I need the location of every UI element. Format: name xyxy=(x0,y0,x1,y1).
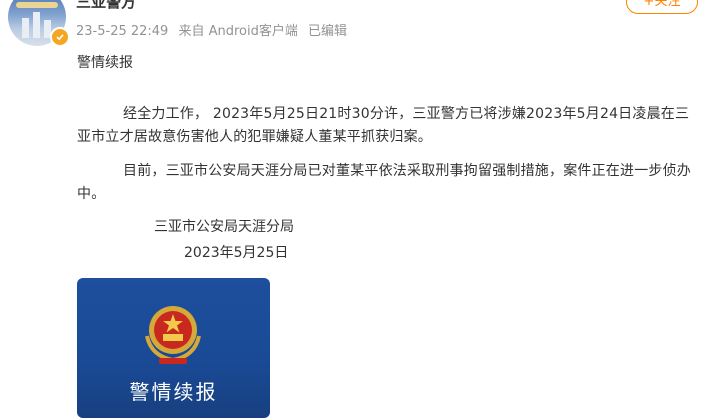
post-source: 来自 Android客户端 xyxy=(178,24,298,39)
post-image-card[interactable]: 警情续报 xyxy=(77,278,270,418)
image-card-label: 警情续报 xyxy=(129,380,218,404)
post-paragraph-1: 经全力工作， 2023年5月25日21时30分许，三亚警方已将涉嫌2023年5月… xyxy=(77,106,690,145)
post-title: 警情续报 xyxy=(77,55,133,71)
author-name[interactable]: 三亚警方 xyxy=(76,0,136,12)
edit-status[interactable]: 已编辑 xyxy=(308,24,347,39)
avatar-skyline-glow xyxy=(16,2,58,8)
verified-badge-icon xyxy=(50,27,70,47)
post-paragraph-2: 目前，三亚市公安局天涯分局已对董某平依法采取刑事拘留强制措施，案件正在进一步侦办… xyxy=(77,163,691,202)
follow-button[interactable]: +关注 xyxy=(626,0,698,14)
avatar-building xyxy=(22,18,29,38)
post-timestamp[interactable]: 23-5-25 22:49 xyxy=(76,24,168,39)
police-emblem-icon xyxy=(145,306,201,364)
signature-org: 三亚市公安局天涯分局 xyxy=(154,219,294,235)
post-meta: 23-5-25 22:49 来自 Android客户端 已编辑 xyxy=(76,20,353,39)
avatar-building xyxy=(33,12,40,38)
signature-date: 2023年5月25日 xyxy=(184,245,289,261)
